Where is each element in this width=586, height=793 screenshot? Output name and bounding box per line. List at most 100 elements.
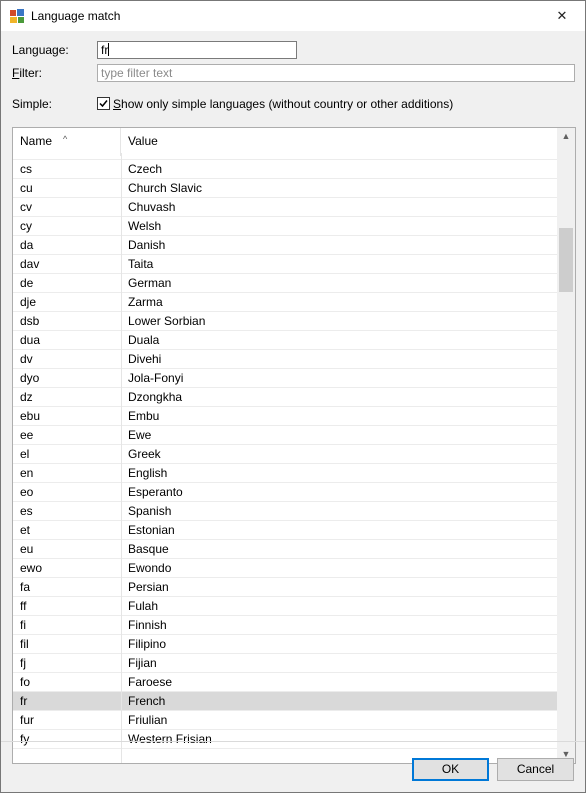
table-row[interactable]: fa Persian xyxy=(13,578,557,597)
table-row[interactable]: dsb Lower Sorbian xyxy=(13,312,557,331)
cell-language-code: ebu xyxy=(20,409,41,423)
table-row[interactable]: el Greek xyxy=(13,445,557,464)
table-row[interactable]: cv Chuvash xyxy=(13,198,557,217)
cell-language-code: cv xyxy=(20,200,32,214)
simple-label: Simple: xyxy=(12,97,53,111)
table-row[interactable]: dz Dzongkha xyxy=(13,388,557,407)
sort-ascending-icon: ^ xyxy=(63,134,68,144)
cell-language-code: fy xyxy=(20,732,30,746)
language-table: ^ Name Value cs Czech cu Church Slavic cv Chu… xyxy=(12,127,576,764)
cell-language-name: Danish xyxy=(128,238,166,252)
filter-placeholder: type filter text xyxy=(101,66,173,80)
simple-checkbox[interactable] xyxy=(97,97,110,110)
table-row[interactable]: fj Fijian xyxy=(13,654,557,673)
ok-button[interactable]: OK xyxy=(412,758,489,781)
cell-language-code: el xyxy=(20,447,30,461)
column-header-value[interactable]: Value xyxy=(121,128,557,156)
table-row[interactable]: ewo Ewondo xyxy=(13,559,557,578)
cell-language-name: Fijian xyxy=(128,656,157,670)
table-row[interactable]: ff Fulah xyxy=(13,597,557,616)
cell-language-code: fo xyxy=(20,675,31,689)
language-input-value: fr xyxy=(101,43,109,57)
cell-language-name: German xyxy=(128,276,172,290)
cell-language-code xyxy=(20,153,120,160)
cell-language-code: ee xyxy=(20,428,34,442)
cell-language-code: ff xyxy=(20,599,27,613)
cancel-button[interactable]: Cancel xyxy=(497,758,574,781)
cell-language-name: Friulian xyxy=(128,713,168,727)
cell-language-name: Faroese xyxy=(128,675,173,689)
title-bar: Language match ✕ xyxy=(0,0,586,31)
table-row[interactable]: fil Filipino xyxy=(13,635,557,654)
cell-language-code: de xyxy=(20,276,34,290)
table-row[interactable]: dua Duala xyxy=(13,331,557,350)
scrollbar-thumb[interactable] xyxy=(559,228,573,292)
table-row[interactable]: et Estonian xyxy=(13,521,557,540)
table-row[interactable]: en English xyxy=(13,464,557,483)
cell-language-name: Fulah xyxy=(128,599,159,613)
table-row[interactable]: dje Zarma xyxy=(13,293,557,312)
cell-language-name xyxy=(128,153,548,160)
table-row[interactable]: eu Basque xyxy=(13,540,557,559)
cell-language-name: Lower Sorbian xyxy=(128,314,206,328)
cell-language-name: Divehi xyxy=(128,352,162,366)
simple-label-rest: how only simple languages (without count… xyxy=(121,97,454,111)
simple-checkbox-label[interactable]: Show only simple languages (without coun… xyxy=(113,97,453,111)
table-header: ^ Name Value xyxy=(13,128,557,156)
simple-label-mnemonic: S xyxy=(113,97,122,111)
cell-language-code: dyo xyxy=(20,371,40,385)
cell-language-code: cs xyxy=(20,162,32,176)
cell-language-name: Taita xyxy=(128,257,154,271)
table-row[interactable]: fy Western Frisian xyxy=(13,730,557,749)
cell-language-name: Estonian xyxy=(128,523,175,537)
table-row[interactable]: cs Czech xyxy=(13,160,557,179)
cell-language-name: Filipino xyxy=(128,637,167,651)
table-row[interactable]: ebu Embu xyxy=(13,407,557,426)
cell-language-name: Zarma xyxy=(128,295,163,309)
cell-language-code: es xyxy=(20,504,33,518)
cell-language-code: dav xyxy=(20,257,40,271)
table-row[interactable]: eo Esperanto xyxy=(13,483,557,502)
cell-language-code: cy xyxy=(20,219,32,233)
cell-language-code: eo xyxy=(20,485,34,499)
cell-language-name: Welsh xyxy=(128,219,162,233)
table-row[interactable]: cu Church Slavic xyxy=(13,179,557,198)
table-row[interactable]: de German xyxy=(13,274,557,293)
checkmark-icon xyxy=(99,100,108,108)
table-row[interactable]: dyo Jola-Fonyi xyxy=(13,369,557,388)
cell-language-name: Greek xyxy=(128,447,161,461)
table-row[interactable]: dv Divehi xyxy=(13,350,557,369)
table-row[interactable]: fr French xyxy=(13,692,557,711)
cell-language-name: Finnish xyxy=(128,618,167,632)
cell-language-code: fr xyxy=(20,694,28,708)
cell-language-name: Jola-Fonyi xyxy=(128,371,184,385)
cell-language-name: Dzongkha xyxy=(128,390,183,404)
table-row[interactable]: es Spanish xyxy=(13,502,557,521)
scroll-up-icon[interactable]: ▲ xyxy=(557,128,575,145)
filter-input[interactable]: type filter text xyxy=(97,64,575,82)
cell-language-name: Church Slavic xyxy=(128,181,203,195)
table-row[interactable]: ee Ewe xyxy=(13,426,557,445)
column-header-name[interactable]: ^ Name xyxy=(13,128,121,156)
language-input[interactable]: fr xyxy=(97,41,297,59)
dialog-body: Language: fr Filter: type filter text Si… xyxy=(0,31,586,793)
cell-language-code: fj xyxy=(20,656,26,670)
cell-language-name: Embu xyxy=(128,409,160,423)
close-button[interactable]: ✕ xyxy=(539,1,585,31)
table-row[interactable]: fi Finnish xyxy=(13,616,557,635)
cell-language-code: dje xyxy=(20,295,37,309)
column-divider xyxy=(121,153,122,763)
cell-language-code: fil xyxy=(20,637,29,651)
table-row[interactable]: dav Taita xyxy=(13,255,557,274)
vertical-scrollbar[interactable]: ▲ ▼ xyxy=(557,128,575,763)
table-row[interactable]: fur Friulian xyxy=(13,711,557,730)
cell-language-name: Czech xyxy=(128,162,163,176)
cell-language-code: dz xyxy=(20,390,33,404)
cell-language-name: Western Frisian xyxy=(128,732,212,746)
table-row[interactable]: da Danish xyxy=(13,236,557,255)
cell-language-code: dsb xyxy=(20,314,40,328)
table-row[interactable]: cy Welsh xyxy=(13,217,557,236)
table-row[interactable]: fo Faroese xyxy=(13,673,557,692)
cell-language-code: fi xyxy=(20,618,26,632)
table-row[interactable] xyxy=(13,153,557,160)
